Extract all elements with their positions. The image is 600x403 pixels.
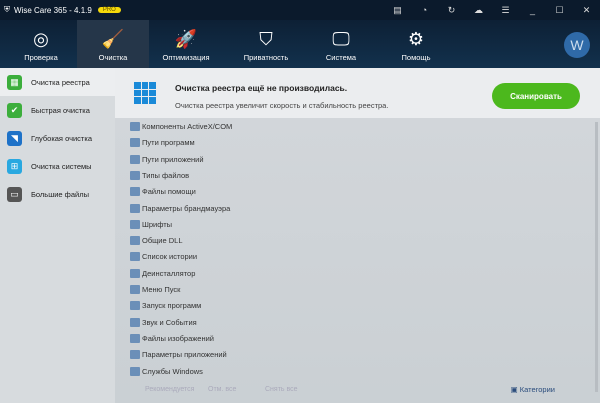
tab-check[interactable]: ◎ Проверка <box>5 20 77 68</box>
list-item-label: Файлы изображений <box>142 333 214 343</box>
registry-item-icon <box>130 285 140 294</box>
status-title: Очистка реестра ещё не производилась. <box>175 83 348 93</box>
monitor-icon: 🖵 <box>332 29 350 49</box>
tab-privacy[interactable]: ⛉ Приватность <box>230 20 302 68</box>
sidebar-item-large-files[interactable]: ▭ Большие файлы <box>0 180 115 208</box>
list-item[interactable]: Список истории <box>130 252 198 262</box>
refresh-icon[interactable]: ↻ <box>438 0 465 20</box>
registry-item-icon <box>130 203 140 213</box>
scan-button[interactable]: Сканировать <box>492 83 580 109</box>
categories-icon: ▣ <box>510 385 520 394</box>
categories-link[interactable]: ▣ Категории <box>511 385 555 394</box>
list-item-label: Параметры приложений <box>142 350 227 360</box>
registry-item-icon <box>130 122 140 131</box>
list-item-label: Пути программ <box>142 138 195 148</box>
list-item-label: Пути приложений <box>142 154 204 164</box>
folder-icon: ▭ <box>7 186 22 202</box>
list-item-label: Деинсталлятор <box>142 268 196 278</box>
tab-clean[interactable]: 🧹 Очистка <box>77 20 149 68</box>
registry-item-icon <box>130 187 140 197</box>
registry-item-icon <box>130 317 140 327</box>
radar-icon: ◎ <box>33 29 49 49</box>
registry-item-icon <box>130 219 140 229</box>
shield-icon: ⛉ <box>259 29 273 49</box>
sidebar-item-deep[interactable]: ◥ Глубокая очистка <box>0 124 115 152</box>
list-item-label: Запуск программ <box>142 301 202 311</box>
list-item-label: Службы Windows <box>142 366 203 376</box>
status-subtitle: Очистка реестра увеличит скорость и стаб… <box>175 101 389 110</box>
sidebar-item-registry[interactable]: ▦ Очистка реестра <box>0 68 115 96</box>
sidebar-item-system[interactable]: ⊞ Очистка системы <box>0 152 115 180</box>
grid-icon: ▦ <box>7 74 22 90</box>
tab-system[interactable]: 🖵 Система <box>305 20 377 68</box>
list-item[interactable]: Параметры брандмауэра <box>130 203 231 213</box>
registry-item-icon <box>130 268 140 278</box>
registry-item-icon <box>130 138 140 148</box>
list-item-label: Список истории <box>142 252 198 262</box>
timer-icon[interactable]: ◔ <box>411 0 438 20</box>
list-item-label: Меню Пуск <box>142 285 181 294</box>
list-item-label: Компоненты ActiveX/COM <box>142 122 233 131</box>
tools-icon: ⚙ <box>407 29 425 49</box>
list-item[interactable]: Звук и События <box>130 317 197 327</box>
registry-header: Очистка реестра ещё не производилась. Оч… <box>115 68 600 118</box>
list-item[interactable]: Типы файлов <box>130 170 190 180</box>
list-item-label: Шрифты <box>142 219 173 229</box>
check-icon: ✔ <box>7 102 22 118</box>
list-item[interactable]: Деинсталлятор <box>130 268 196 278</box>
select-all-link[interactable]: Отм. все <box>208 386 236 393</box>
list-item[interactable]: Пути приложений <box>130 154 204 164</box>
app-logo-icon: ⛨ <box>4 5 10 14</box>
list-item-label: Общие DLL <box>142 236 183 246</box>
tab-help[interactable]: ⚙ Помощь <box>380 20 452 68</box>
registry-item-icon <box>130 301 140 311</box>
registry-item-icon <box>130 252 140 262</box>
maximize-icon[interactable]: ☐ <box>546 0 573 20</box>
minimize-icon[interactable]: _ <box>519 0 546 20</box>
pro-badge: PRO <box>97 7 121 13</box>
list-item[interactable]: Шрифты <box>130 219 173 229</box>
sidebar: ▦ Очистка реестра ✔ Быстрая очистка ◥ Глубо… <box>0 68 115 403</box>
list-item[interactable]: Запуск программ <box>130 301 202 311</box>
broom-icon: 🧹 <box>101 29 125 49</box>
registry-item-icon <box>130 333 140 343</box>
scrollbar[interactable] <box>595 122 598 392</box>
list-item-label: Параметры брандмауэра <box>142 203 231 213</box>
tab-optimize[interactable]: 🚀 Оптимизация <box>150 20 222 68</box>
registry-item-icon <box>130 170 140 180</box>
list-item-label: Типы файлов <box>142 170 190 180</box>
list-item[interactable]: Общие DLL <box>130 236 183 246</box>
title-bar: ⛨ Wise Care 365 - 4.1.9 PRO ▤ ◔ ↻ ☁ ☰ _ … <box>0 0 600 20</box>
cloud-icon[interactable]: ☁ <box>465 0 492 20</box>
windows-icon: ⊞ <box>7 158 22 174</box>
feedback-icon[interactable]: ▤ <box>384 0 411 20</box>
menu-icon[interactable]: ☰ <box>492 0 519 20</box>
registry-item-icon <box>130 236 140 246</box>
list-item[interactable]: Компоненты ActiveX/COM <box>130 122 232 131</box>
close-icon[interactable]: ✕ <box>573 0 600 20</box>
deep-clean-icon: ◥ <box>7 130 22 146</box>
list-item-label: Файлы помощи <box>142 187 196 197</box>
sidebar-item-quick[interactable]: ✔ Быстрая очистка <box>0 96 115 124</box>
list-item[interactable]: Меню Пуск <box>130 285 180 294</box>
list-item[interactable]: Параметры приложений <box>130 350 227 360</box>
registry-item-icon <box>130 154 140 164</box>
recommended-link[interactable]: Рекомендуется <box>145 386 194 393</box>
app-title: Wise Care 365 - 4.1.9 <box>14 5 92 15</box>
list-item[interactable]: Файлы помощи <box>130 187 196 197</box>
registry-item-icon <box>130 350 140 360</box>
avatar[interactable]: W <box>564 32 590 58</box>
deselect-all-link[interactable]: Снять все <box>265 386 298 393</box>
registry-item-icon <box>130 366 140 376</box>
list-item[interactable]: Службы Windows <box>130 366 203 376</box>
list-item[interactable]: Пути программ <box>130 138 195 148</box>
main-nav: ◎ Проверка 🧹 Очистка 🚀 Оптимизация ⛉ Приватн… <box>0 20 600 68</box>
list-item-label: Звук и События <box>142 317 197 327</box>
registry-icon <box>134 82 156 104</box>
list-item[interactable]: Файлы изображений <box>130 333 214 343</box>
registry-category-list: Компоненты ActiveX/COM Пути программ Пути … <box>115 118 600 403</box>
rocket-icon: 🚀 <box>174 29 198 49</box>
